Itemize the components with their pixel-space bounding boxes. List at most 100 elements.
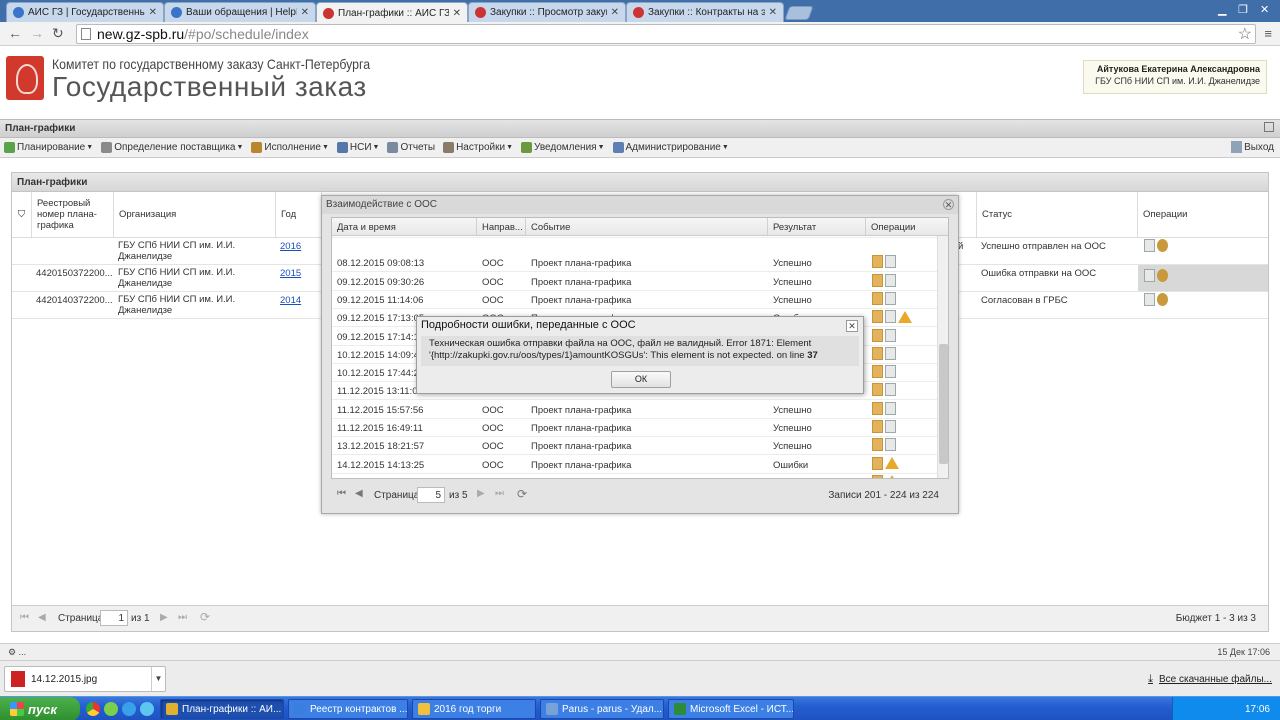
menu-reports[interactable]: Отчеты <box>387 142 435 153</box>
maximize-icon[interactable] <box>1264 122 1274 132</box>
browser-menu-icon[interactable]: ≡ <box>1264 26 1272 41</box>
package-icon[interactable] <box>872 273 883 287</box>
user-info[interactable]: Айтукова Екатерина Александровна ГБУ СПб… <box>1083 60 1267 94</box>
document-icon[interactable] <box>885 273 896 287</box>
package-icon[interactable] <box>872 383 883 397</box>
year-link[interactable]: 2015 <box>280 268 301 279</box>
taskbar-item-2[interactable]: Реестр контрактов ... <box>288 699 408 719</box>
column-status[interactable]: Статус <box>976 192 1138 237</box>
menu-notifications[interactable]: Уведомления ▼ <box>521 142 605 153</box>
scrollbar[interactable] <box>937 236 948 478</box>
bookmark-star-icon[interactable]: ☆ <box>1238 24 1252 44</box>
close-icon[interactable]: ✕ <box>149 7 157 18</box>
menu-administration[interactable]: Администрирование ▼ <box>612 142 729 153</box>
flower-icon[interactable] <box>104 702 118 716</box>
forward-icon[interactable]: → <box>30 25 44 41</box>
restore-icon[interactable]: ❐ <box>1238 3 1248 16</box>
column-reg-number[interactable]: Реестровый номер плана-графика <box>32 192 114 237</box>
document-icon[interactable] <box>885 438 896 452</box>
package-icon[interactable] <box>872 255 883 269</box>
close-window-icon[interactable]: ✕ <box>1260 3 1269 16</box>
document-icon[interactable] <box>885 328 896 342</box>
next-page-icon[interactable]: ▶ <box>160 612 168 623</box>
refresh-icon[interactable]: ⟳ <box>517 487 527 501</box>
prev-page-icon[interactable]: ◀ <box>355 488 363 499</box>
package-icon[interactable] <box>872 346 883 360</box>
table-row[interactable]: 11.12.2015 15:57:56 ООС Проект плана-графи… <box>332 401 938 419</box>
next-page-icon[interactable]: ▶ <box>477 488 485 499</box>
browser-tab-5[interactable]: Закупки :: Контракты на э ✕ <box>626 2 784 22</box>
column-year[interactable]: Год <box>276 192 322 237</box>
document-icon[interactable] <box>885 291 896 305</box>
package-icon[interactable] <box>872 365 883 379</box>
close-icon[interactable]: ✕ <box>453 8 461 19</box>
document-icon[interactable] <box>1144 293 1155 306</box>
eagle-icon[interactable] <box>1157 269 1168 282</box>
taskbar-item-5[interactable]: Microsoft Excel - ИСТ... <box>668 699 794 719</box>
close-icon[interactable]: ✕ <box>611 7 619 18</box>
year-link[interactable]: 2014 <box>280 295 301 306</box>
taskbar-item-3[interactable]: 2016 год торги <box>412 699 536 719</box>
warning-icon[interactable] <box>885 475 899 478</box>
eagle-icon[interactable] <box>1157 293 1168 306</box>
back-icon[interactable]: ← <box>8 25 22 41</box>
package-icon[interactable] <box>872 456 883 470</box>
package-icon[interactable] <box>872 310 883 324</box>
start-button[interactable]: пуск <box>0 697 80 720</box>
menu-supplier[interactable]: Определение поставщика ▼ <box>101 142 243 153</box>
ok-button[interactable]: ОК <box>611 371 671 388</box>
chrome-icon[interactable] <box>86 702 100 716</box>
document-icon[interactable] <box>885 310 896 324</box>
last-page-icon[interactable]: ⏭ <box>178 612 187 623</box>
menu-execution[interactable]: Исполнение ▼ <box>251 142 329 153</box>
document-icon[interactable] <box>885 401 896 415</box>
document-icon[interactable] <box>885 420 896 433</box>
package-icon[interactable] <box>872 401 883 415</box>
menu-planning[interactable]: Планирование ▼ <box>4 142 93 153</box>
menu-settings[interactable]: Настройки ▼ <box>443 142 513 153</box>
taskbar-item-4[interactable]: Parus - parus - Удал... <box>540 699 664 719</box>
chevron-down-icon[interactable]: ▼ <box>151 667 165 691</box>
document-icon[interactable] <box>885 255 896 269</box>
package-icon[interactable] <box>872 291 883 305</box>
package-icon[interactable] <box>872 438 883 452</box>
taskbar-item-1[interactable]: План-графики :: АИ... <box>160 699 284 719</box>
coat-of-arms-logo[interactable] <box>6 56 44 100</box>
document-icon[interactable] <box>885 383 896 397</box>
warning-icon[interactable] <box>898 310 912 323</box>
browser-tab-4[interactable]: Закупки :: Просмотр закупо ✕ <box>468 2 626 22</box>
ie-icon[interactable] <box>122 702 136 716</box>
table-row[interactable]: 09.12.2015 11:14:06 ООС Проект плана-графи… <box>332 291 938 309</box>
download-item[interactable]: 14.12.2015.jpg ▼ <box>4 666 166 692</box>
close-icon[interactable]: ✕ <box>943 199 954 210</box>
last-page-icon[interactable]: ⏭ <box>495 488 504 499</box>
table-row[interactable]: 11.12.2015 16:49:11 ООС Проект плана-графи… <box>332 419 938 437</box>
skype-icon[interactable] <box>140 702 154 716</box>
scrollbar-thumb[interactable] <box>939 344 948 464</box>
minimize-icon[interactable]: ▁ <box>1218 3 1226 16</box>
table-row[interactable]: 14.12.2015 14:13:25 ООС Проект плана-графи… <box>332 456 938 474</box>
new-tab-button[interactable] <box>784 6 814 20</box>
document-icon[interactable] <box>885 346 896 360</box>
column-organization[interactable]: Организация <box>114 192 276 237</box>
table-row[interactable]: 15.12.2015 16:59:39 ООС Проект плана-графи… <box>332 474 938 478</box>
document-icon[interactable] <box>1144 269 1155 282</box>
browser-tab-1[interactable]: АИС ГЗ | Государственный ✕ <box>6 2 164 22</box>
filter-icon[interactable]: ⛉ <box>12 192 32 237</box>
year-link[interactable]: 2016 <box>280 241 301 252</box>
prev-page-icon[interactable]: ◀ <box>38 612 46 623</box>
page-input[interactable]: 5 <box>417 487 445 503</box>
table-row[interactable]: 08.12.2015 09:08:13 ООС Проект плана-графи… <box>332 254 938 273</box>
package-icon[interactable] <box>872 474 883 478</box>
first-page-icon[interactable]: ⏮ <box>337 488 346 499</box>
refresh-icon[interactable]: ⟳ <box>200 610 210 624</box>
exit-button[interactable]: Выход <box>1231 141 1274 153</box>
menu-nsi[interactable]: НСИ ▼ <box>336 142 379 153</box>
table-row[interactable]: 13.12.2015 18:21:57 ООС Проект плана-графи… <box>332 437 938 456</box>
address-bar[interactable]: new.gz-spb.ru/#po/schedule/index <box>76 24 1256 44</box>
package-icon[interactable] <box>872 420 883 433</box>
browser-tab-3[interactable]: План-графики :: АИС ГЗ ✕ <box>316 2 468 23</box>
page-input[interactable]: 1 <box>100 610 128 626</box>
close-icon[interactable]: ✕ <box>769 7 777 18</box>
close-icon[interactable]: ✕ <box>846 320 858 332</box>
